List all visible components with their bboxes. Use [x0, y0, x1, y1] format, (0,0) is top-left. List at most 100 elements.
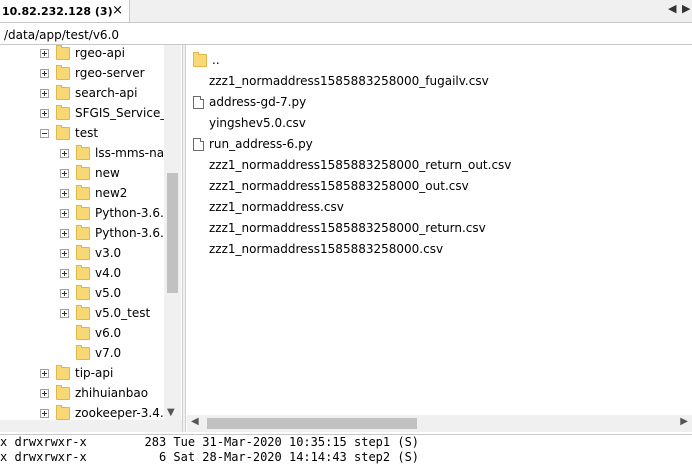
tree-item[interactable]: SFGIS_Service_I	[40, 103, 170, 123]
file-name: run_address-6.py	[209, 137, 313, 151]
session-tab[interactable]: 10.82.232.128 (3) ×	[0, 0, 130, 22]
tree-item[interactable]: v6.0	[60, 323, 121, 343]
tree-item[interactable]: new	[60, 163, 120, 183]
tree-item[interactable]: Python-3.6.2	[60, 223, 171, 243]
tree-item[interactable]: test	[40, 123, 98, 143]
pane-splitter[interactable]	[182, 45, 186, 432]
tree-item[interactable]: v5.0_test	[60, 303, 150, 323]
folder-icon	[76, 324, 90, 340]
file-icon-placeholder	[193, 243, 209, 256]
file-icon-placeholder	[193, 201, 209, 214]
folder-icon	[76, 284, 90, 300]
folder-icon	[76, 244, 90, 260]
chevron-right-icon[interactable]: ▶	[680, 416, 688, 427]
collapse-icon[interactable]	[40, 128, 49, 138]
folder-icon	[56, 104, 70, 120]
file-list-scroll-thumb[interactable]	[207, 418, 417, 429]
tree-item[interactable]: rgeo-server	[40, 63, 145, 83]
folder-icon	[76, 164, 90, 180]
folder-icon	[56, 84, 70, 100]
tab-scroll-left-icon[interactable]: ◀	[668, 2, 676, 15]
expand-icon[interactable]	[60, 208, 69, 218]
file-item[interactable]: zzz1_normaddress1585883258000_fugailv.cs…	[193, 71, 489, 91]
tree-vertical-scrollbar[interactable]: ▼	[164, 45, 181, 420]
tree-item[interactable]: zhihuianbao	[40, 383, 148, 403]
file-item[interactable]: zzz1_normaddress1585883258000.csv	[193, 239, 443, 259]
tree-item[interactable]: tip-api	[40, 363, 113, 383]
current-path: /data/app/test/v6.0	[4, 28, 120, 42]
file-item[interactable]: zzz1_normaddress1585883258000_return_out…	[193, 155, 511, 175]
tree-item-label: rgeo-api	[75, 46, 125, 60]
folder-icon	[56, 364, 70, 380]
tree-item[interactable]: v7.0	[60, 343, 121, 363]
folder-icon	[56, 124, 70, 140]
file-name: zzz1_normaddress.csv	[209, 200, 344, 214]
expand-icon[interactable]	[40, 68, 49, 78]
expand-icon[interactable]	[40, 108, 49, 118]
expand-icon[interactable]	[40, 408, 49, 418]
tree-item-label: test	[75, 126, 99, 140]
expand-icon[interactable]	[40, 88, 49, 98]
folder-icon	[56, 64, 70, 80]
folder-icon	[76, 204, 90, 220]
file-icon	[193, 95, 204, 109]
tab-scroll-right-icon[interactable]: ▶	[682, 2, 690, 15]
expand-icon[interactable]	[60, 148, 69, 158]
tree-item-label: zhihuianbao	[75, 386, 149, 400]
close-icon[interactable]: ×	[112, 3, 123, 18]
file-item[interactable]: ..	[193, 50, 220, 70]
chevron-left-icon[interactable]: ◀	[191, 416, 199, 427]
expand-icon[interactable]	[60, 248, 69, 258]
file-item[interactable]: zzz1_normaddress1585883258000_return.csv	[193, 218, 486, 238]
file-item[interactable]: yingshev5.0.csv	[193, 113, 306, 133]
chevron-down-icon[interactable]: ▼	[167, 407, 175, 418]
tree-item[interactable]: lss-mms-na	[60, 143, 164, 163]
folder-icon	[76, 344, 90, 360]
tree-item-label: tip-api	[75, 366, 114, 380]
directory-tree[interactable]: rgeo-api rgeo-server search-api SFGIS_Servi…	[0, 45, 182, 420]
tree-item[interactable]: v4.0	[60, 263, 121, 283]
expand-icon[interactable]	[60, 268, 69, 278]
tree-item[interactable]: zookeeper-3.4.	[40, 403, 164, 420]
expand-icon[interactable]	[60, 168, 69, 178]
terminal-output[interactable]: x drwxrwxr-x 283 Tue 31-Mar-2020 10:35:1…	[0, 434, 692, 465]
file-list[interactable]: .. zzz1_normaddress1585883258000_fugailv.…	[187, 45, 692, 415]
tree-item[interactable]: rgeo-api	[40, 45, 125, 63]
tree-item-label: v5.0_test	[95, 306, 151, 320]
tree-item[interactable]: search-api	[40, 83, 138, 103]
file-item[interactable]: zzz1_normaddress.csv	[193, 197, 344, 217]
file-list-horizontal-scrollbar[interactable]: ◀ ▶	[187, 415, 692, 432]
folder-icon	[193, 51, 207, 67]
tree-scroll-thumb[interactable]	[167, 173, 178, 293]
file-item[interactable]: zzz1_normaddress1585883258000_out.csv	[193, 176, 469, 196]
tree-item-label: v7.0	[95, 346, 122, 360]
tree-item[interactable]: v3.0	[60, 243, 121, 263]
tree-item-label: SFGIS_Service_I	[75, 106, 170, 120]
expand-icon[interactable]	[60, 308, 69, 318]
file-name: zzz1_normaddress1585883258000_return.csv	[209, 221, 486, 235]
expand-icon[interactable]	[60, 188, 69, 198]
expand-icon[interactable]	[40, 48, 49, 58]
tree-item[interactable]: new2	[60, 183, 127, 203]
tree-item-label: rgeo-server	[75, 66, 145, 80]
terminal-line: x drwxrwxr-x 6 Sat 28-Mar-2020 14:14:43 …	[0, 450, 420, 464]
file-name: zzz1_normaddress1585883258000_fugailv.cs…	[209, 74, 489, 88]
file-name: address-gd-7.py	[209, 95, 307, 109]
file-icon-placeholder	[193, 159, 209, 172]
tree-item-label: v4.0	[95, 266, 122, 280]
tree-item-label: search-api	[75, 86, 138, 100]
tree-item-label: Python-3.6.2	[95, 226, 172, 240]
folder-icon	[56, 45, 70, 60]
folder-icon	[76, 224, 90, 240]
expand-icon[interactable]	[60, 288, 69, 298]
file-item[interactable]: address-gd-7.py	[193, 92, 306, 112]
file-item[interactable]: run_address-6.py	[193, 134, 313, 154]
tree-item-label: Python-3.6.0	[95, 206, 172, 220]
expand-icon[interactable]	[40, 388, 49, 398]
expand-icon[interactable]	[40, 368, 49, 378]
expand-icon[interactable]	[60, 228, 69, 238]
tree-horizontal-scrollbar[interactable]	[0, 420, 182, 432]
tree-item[interactable]: Python-3.6.0	[60, 203, 171, 223]
path-bar[interactable]: /data/app/test/v6.0	[0, 26, 692, 45]
tree-item[interactable]: v5.0	[60, 283, 121, 303]
